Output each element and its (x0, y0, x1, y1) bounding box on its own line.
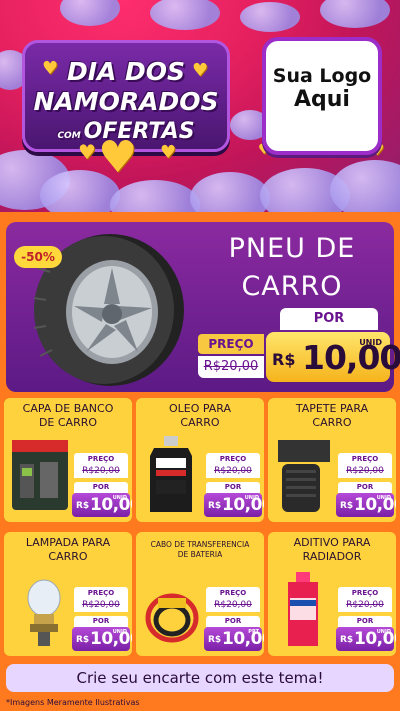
unid-label: UNID (112, 629, 127, 635)
unid-label: UNID (112, 495, 127, 501)
coolant-bottle-image (288, 572, 318, 646)
currency-symbol: R$ (340, 635, 354, 645)
old-price: R$20,00 (338, 465, 392, 478)
currency-symbol: R$ (208, 635, 222, 645)
preco-label: PREÇO (338, 587, 392, 599)
hero-banner: DIA DOS NAMORADOS COM OFERTAS ♥ ♥ ♥ ♥ ♥ ♥… (0, 0, 400, 212)
old-price: R$20,00 (338, 599, 392, 612)
product-card-lampada[interactable]: LAMPADA PARA CARRO PREÇO R$20,00 POR R$ 10… (4, 532, 132, 656)
por-label: POR (206, 616, 260, 627)
preco-label: PREÇO (206, 453, 260, 465)
heart-icon: ♥ (192, 60, 209, 81)
product-name: CAPA DE BANCO DE CARRO (6, 402, 130, 430)
new-price: R$10,00UNID (336, 493, 396, 517)
cloud-decoration (320, 0, 390, 28)
jumper-cable-image (145, 593, 199, 643)
unid-label: UNID (244, 495, 259, 501)
old-price: R$20,00 (74, 465, 128, 478)
cloud-decoration (60, 0, 120, 26)
product-name-line2: CARRO (180, 416, 220, 429)
unid-label: UNID (376, 495, 391, 501)
new-price: R$10,00UNID (204, 493, 264, 517)
unid-label: UNID (376, 629, 391, 635)
new-price: R$10,00UNID (72, 493, 132, 517)
product-card-capa-banco[interactable]: CAPA DE BANCO DE CARRO PREÇO R$20,00 POR … (4, 398, 132, 522)
currency-symbol: R$ (76, 635, 90, 645)
featured-title: PNEU DE CARRO (200, 230, 384, 306)
preco-label: PREÇO (74, 587, 128, 599)
lamp-bulb-image (27, 579, 61, 646)
cloud-decoration (190, 172, 270, 212)
cloud-decoration (330, 160, 400, 212)
product-name-line1: ADITIVO PARA (293, 536, 371, 549)
heart-icon: ♥ (98, 132, 138, 183)
new-price: R$10,00PRT (204, 627, 264, 651)
unid-label: PRT (248, 629, 259, 635)
product-name-line2: CARRO (48, 550, 88, 563)
featured-title-line-1: PNEU DE (228, 233, 356, 264)
por-label: POR (338, 616, 392, 627)
featured-title-line-2: CARRO (241, 271, 343, 302)
heart-icon: ♥ (42, 58, 59, 79)
currency-symbol: R$ (340, 501, 354, 511)
product-name: LAMPADA PARA CARRO (6, 536, 130, 564)
currency-symbol: R$ (76, 501, 90, 511)
seat-cover-image (12, 440, 68, 510)
product-card-tapete[interactable]: TAPETE PARA CARRO PREÇO R$20,00 POR R$ 10,… (268, 398, 396, 522)
product-name-line1: LAMPADA PARA (25, 536, 111, 549)
create-flyer-button[interactable]: Crie seu encarte com este tema! (6, 664, 394, 692)
por-label: POR (74, 616, 128, 627)
product-name: OLEO PARA CARRO (138, 402, 262, 430)
heart-icon: ♥ (160, 142, 177, 163)
disclaimer-note: *Imagens Meramente Ilustrativas (6, 698, 140, 707)
product-card-cabo[interactable]: CABO DE TRANSFERENCIA DE BATERIA PREÇO R$… (136, 532, 264, 656)
product-name-line1: CAPA DE BANCO (22, 402, 114, 415)
cloud-decoration (150, 0, 220, 30)
preco-label: PREÇO (338, 453, 392, 465)
product-name: TAPETE PARA CARRO (270, 402, 394, 430)
product-name: CABO DE TRANSFERENCIA DE BATERIA (138, 540, 262, 560)
preco-label: PREÇO (198, 334, 264, 354)
currency-symbol: R$ (272, 350, 296, 369)
product-card-oleo[interactable]: OLEO PARACARRO PREÇO R$20,00 POR R$10,00… (136, 398, 264, 522)
product-name-line1: TAPETE PARA (295, 402, 369, 415)
preco-label: PREÇO (206, 587, 260, 599)
old-price: R$20,00 (74, 599, 128, 612)
product-name-line2: DE BATERIA (177, 550, 223, 559)
por-label: POR (280, 308, 378, 330)
oil-bottle-image (150, 436, 192, 512)
product-name-line2: RADIADOR (302, 550, 362, 563)
product-name-line2: CARRO (312, 416, 352, 429)
currency-symbol: R$ (208, 501, 222, 511)
title-line-2: NAMORADOS (33, 87, 219, 116)
old-price: R$20,00 (198, 356, 264, 378)
old-price: R$20,00 (206, 465, 260, 478)
logo-placeholder[interactable]: Sua Logo Aqui (262, 37, 382, 155)
discount-badge: -50% (14, 246, 62, 268)
logo-text-1: Sua Logo (272, 65, 372, 87)
por-label: POR (338, 482, 392, 493)
product-name-line1: CABO DE TRANSFERENCIA (150, 540, 250, 549)
new-price: R$10,00UNID (72, 627, 132, 651)
product-name: ADITIVO PARA RADIADOR (270, 536, 394, 564)
preco-label: PREÇO (74, 453, 128, 465)
product-name-line2: DE CARRO (38, 416, 98, 429)
cloud-decoration (110, 180, 200, 212)
por-label: POR (74, 482, 128, 493)
old-price: R$20,00 (206, 599, 260, 612)
product-card-aditivo[interactable]: ADITIVO PARA RADIADOR PREÇO R$20,00 POR R… (268, 532, 396, 656)
por-label: POR (206, 482, 260, 493)
heart-icon: ♥ (78, 140, 96, 164)
logo-text-2: Aqui (294, 87, 350, 112)
car-mat-image (278, 440, 330, 512)
new-price: R$10,00UNID (336, 627, 396, 651)
product-name-line1: OLEO PARA (168, 402, 232, 415)
cloud-decoration (240, 2, 300, 32)
featured-price: UNID R$ 10,00 (266, 332, 400, 382)
price-value: 10,00 (302, 338, 400, 377)
